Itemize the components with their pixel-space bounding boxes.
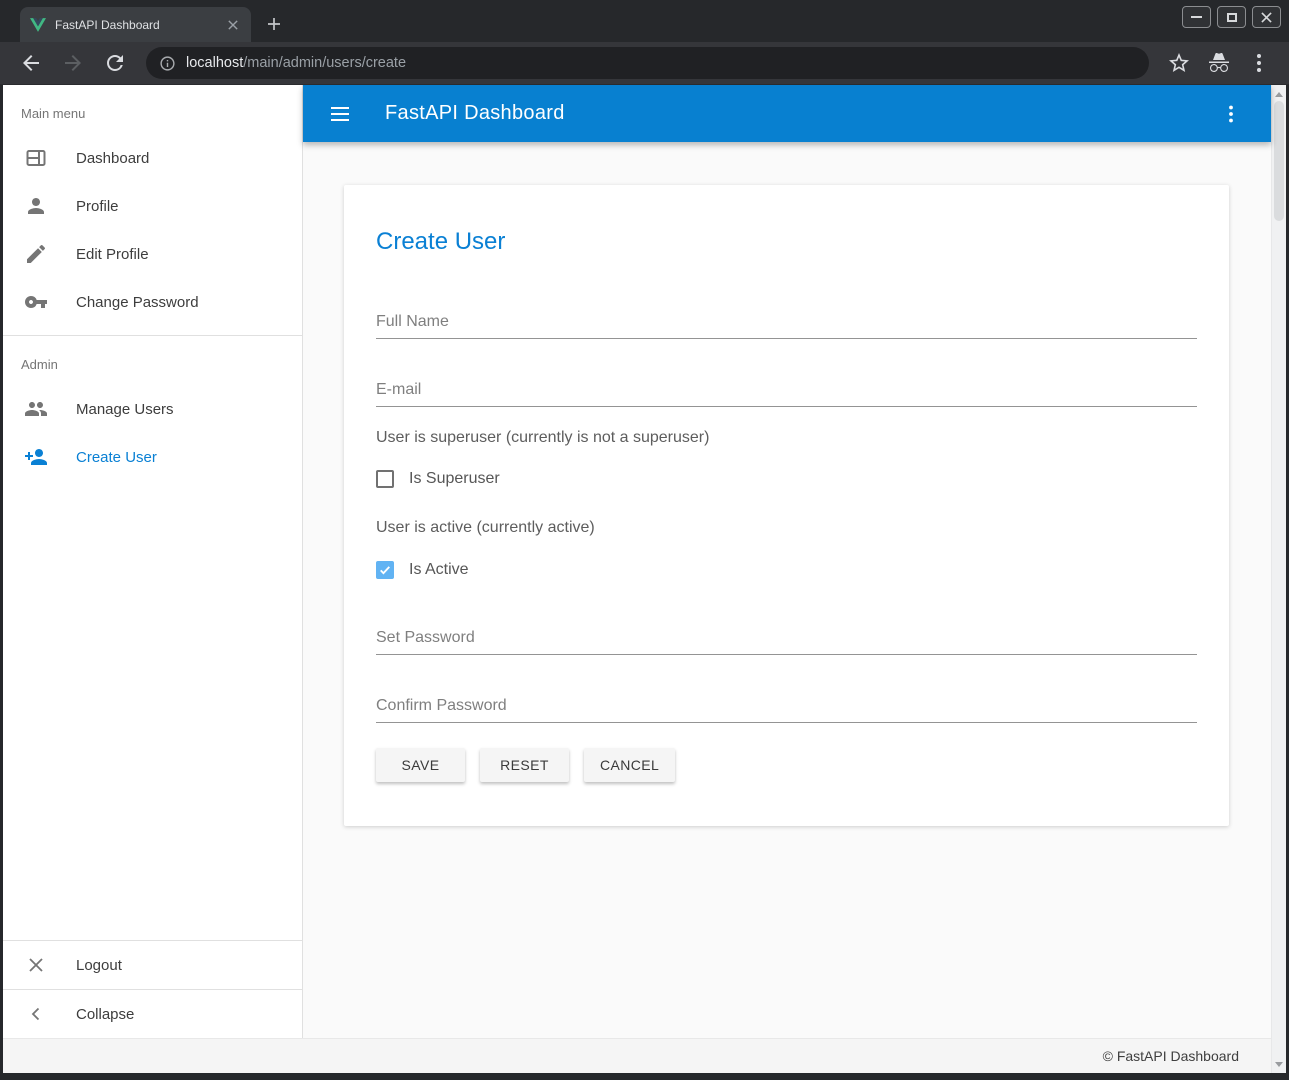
back-icon[interactable] xyxy=(19,51,43,75)
page-title: Create User xyxy=(376,228,1197,256)
new-tab-button[interactable] xyxy=(262,12,286,36)
browser-toolbar: localhost/main/admin/users/create xyxy=(0,42,1289,85)
sidebar-item-profile[interactable]: Profile xyxy=(3,182,302,230)
sidebar-item-logout[interactable]: Logout xyxy=(3,941,302,989)
save-button[interactable]: SAVE xyxy=(376,748,465,782)
sidebar: Main menu Dashboard Profile Edit Profile xyxy=(3,85,303,1038)
chevron-left-icon xyxy=(24,1002,48,1026)
footer: © FastAPI Dashboard xyxy=(3,1038,1271,1073)
sidebar-section-main-menu: Main menu xyxy=(3,85,302,134)
browser-menu-icon[interactable] xyxy=(1247,51,1271,75)
sidebar-item-label: Profile xyxy=(76,198,119,215)
full-name-field[interactable]: Full Name xyxy=(376,312,1197,339)
sidebar-item-label: Create User xyxy=(76,449,157,466)
sidebar-item-edit-profile[interactable]: Edit Profile xyxy=(3,230,302,278)
sidebar-section-admin: Admin xyxy=(3,336,302,385)
url-path: /main/admin/users/create xyxy=(243,55,406,71)
forward-icon[interactable] xyxy=(61,51,85,75)
toolbar-right xyxy=(1159,51,1279,75)
maximize-icon xyxy=(1227,13,1237,22)
form-buttons: SAVE RESET CANCEL xyxy=(376,748,1197,782)
tab-title: FastAPI Dashboard xyxy=(55,18,225,32)
sidebar-item-manage-users[interactable]: Manage Users xyxy=(3,385,302,433)
full-name-label: Full Name xyxy=(376,312,1197,332)
sidebar-item-create-user[interactable]: Create User xyxy=(3,433,302,481)
window-close-button[interactable] xyxy=(1252,6,1281,28)
scrollbar[interactable] xyxy=(1271,85,1286,1073)
browser-tab[interactable]: FastAPI Dashboard xyxy=(20,7,251,42)
is-superuser-checkbox-row: Is Superuser xyxy=(376,470,1197,488)
footer-copyright: © FastAPI Dashboard xyxy=(1103,1048,1239,1064)
bookmark-star-icon[interactable] xyxy=(1167,51,1191,75)
hamburger-menu-icon[interactable] xyxy=(328,102,352,126)
superuser-hint: User is superuser (currently is not a su… xyxy=(376,428,1197,448)
reload-icon[interactable] xyxy=(103,51,127,75)
incognito-icon[interactable] xyxy=(1207,51,1231,75)
edit-icon xyxy=(24,242,48,266)
email-label: E-mail xyxy=(376,380,1197,400)
reset-button[interactable]: RESET xyxy=(480,748,569,782)
close-icon xyxy=(1261,12,1272,23)
check-icon xyxy=(378,563,392,577)
page: Main menu Dashboard Profile Edit Profile xyxy=(3,85,1286,1073)
sidebar-item-label: Dashboard xyxy=(76,150,149,167)
window-minimize-button[interactable] xyxy=(1182,6,1211,28)
url-text: localhost/main/admin/users/create xyxy=(186,55,406,71)
scroll-up-arrow[interactable] xyxy=(1272,87,1286,101)
person-icon xyxy=(24,194,48,218)
set-password-label: Set Password xyxy=(376,628,1197,648)
people-icon xyxy=(24,397,48,421)
dashboard-icon xyxy=(24,146,48,170)
url-bar[interactable]: localhost/main/admin/users/create xyxy=(146,47,1149,79)
cancel-button[interactable]: CANCEL xyxy=(584,748,675,782)
sidebar-item-label: Logout xyxy=(76,957,122,974)
is-active-label: Is Active xyxy=(409,561,469,579)
is-active-checkbox[interactable] xyxy=(376,561,394,579)
create-user-card: Create User Full Name E-mail User is sup… xyxy=(344,185,1229,826)
is-superuser-checkbox[interactable] xyxy=(376,470,394,488)
url-host: localhost xyxy=(186,55,243,71)
sidebar-spacer xyxy=(3,481,302,940)
sidebar-item-label: Edit Profile xyxy=(76,246,149,263)
is-active-checkbox-row: Is Active xyxy=(376,561,1197,579)
main-area: FastAPI Dashboard Create User Full Name … xyxy=(303,85,1271,1038)
app-bar: FastAPI Dashboard xyxy=(303,85,1271,142)
active-hint: User is active (currently active) xyxy=(376,518,1197,538)
set-password-field[interactable]: Set Password xyxy=(376,628,1197,655)
window-maximize-button[interactable] xyxy=(1217,6,1246,28)
person-add-icon xyxy=(24,445,48,469)
scroll-down-arrow[interactable] xyxy=(1272,1057,1286,1071)
sidebar-item-collapse[interactable]: Collapse xyxy=(3,990,302,1038)
sidebar-item-label: Change Password xyxy=(76,294,199,311)
sidebar-item-dashboard[interactable]: Dashboard xyxy=(3,134,302,182)
content-area: Create User Full Name E-mail User is sup… xyxy=(303,142,1271,1038)
sidebar-item-label: Manage Users xyxy=(76,401,174,418)
sidebar-item-change-password[interactable]: Change Password xyxy=(3,278,302,326)
browser-tab-bar: FastAPI Dashboard xyxy=(0,0,1289,42)
browser-window: FastAPI Dashboard xyxy=(0,0,1289,1080)
is-superuser-label: Is Superuser xyxy=(409,470,500,488)
info-icon[interactable] xyxy=(159,55,176,72)
confirm-password-field[interactable]: Confirm Password xyxy=(376,696,1197,723)
key-icon xyxy=(24,290,48,314)
scrollbar-thumb[interactable] xyxy=(1274,101,1284,221)
sidebar-item-label: Collapse xyxy=(76,1006,134,1023)
minimize-icon xyxy=(1191,16,1202,18)
confirm-password-label: Confirm Password xyxy=(376,696,1197,716)
window-controls xyxy=(1182,6,1281,28)
app-bar-title: FastAPI Dashboard xyxy=(385,102,1219,125)
app-bar-menu-icon[interactable] xyxy=(1219,102,1243,126)
vue-logo-icon xyxy=(30,18,46,32)
tab-close-icon[interactable] xyxy=(225,17,241,33)
logout-x-icon xyxy=(24,953,48,977)
email-field[interactable]: E-mail xyxy=(376,380,1197,407)
